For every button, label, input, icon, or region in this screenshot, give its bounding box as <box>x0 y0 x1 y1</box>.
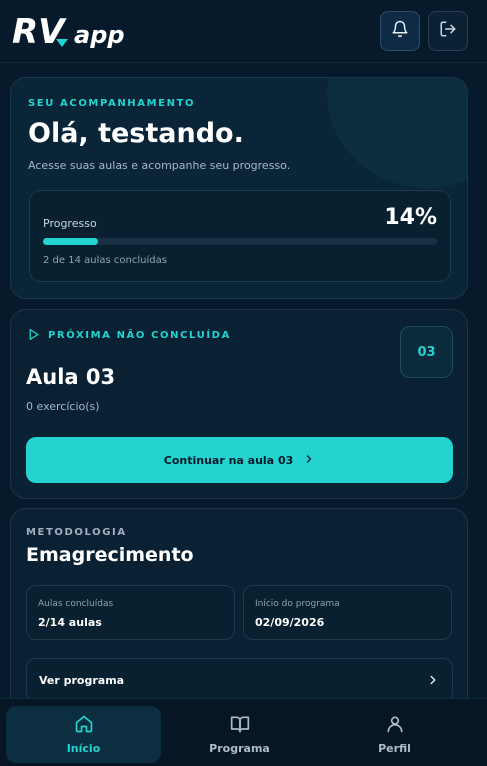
nav-label: Programa <box>209 742 270 755</box>
app-screen: RV app SEU ACOMPANHAMENTO Olá, testando.… <box>0 0 487 766</box>
decorative-glow <box>327 78 467 188</box>
continue-lesson-button[interactable]: Continuar na aula 03 <box>26 437 453 483</box>
nav-label: Início <box>66 742 101 755</box>
chevron-right-icon <box>426 672 440 691</box>
view-program-label: Ver programa <box>39 674 125 687</box>
nav-item-inicio[interactable]: Início <box>6 706 161 763</box>
greeting-title: Olá, testando. <box>28 118 244 149</box>
svg-text:RV: RV <box>12 13 67 49</box>
progress-bar <box>43 238 437 245</box>
methodology-title: Emagrecimento <box>26 544 194 566</box>
stat-label: Aulas concluídas <box>38 599 114 609</box>
logout-button[interactable] <box>428 11 468 51</box>
progress-count: 2 de 14 aulas concluídas <box>43 255 167 266</box>
continue-lesson-label: Continuar na aula 03 <box>163 453 294 467</box>
user-icon <box>385 714 405 737</box>
lesson-exercises: 0 exercício(s) <box>26 400 100 413</box>
notifications-button[interactable] <box>380 11 420 51</box>
nav-item-perfil[interactable]: Perfil <box>317 706 472 763</box>
next-lesson-eyebrow: PRÓXIMA NÃO CONCLUÍDA <box>48 330 231 341</box>
logout-icon <box>439 20 457 42</box>
progress-bar-fill <box>43 238 99 245</box>
svg-text:app: app <box>74 21 125 49</box>
top-header: RV app <box>0 0 487 63</box>
bell-icon <box>391 20 409 42</box>
stat-program-start: Início do programa 02/09/2026 <box>243 585 452 640</box>
nav-item-programa[interactable]: Programa <box>162 706 317 763</box>
nav-label: Perfil <box>378 742 411 755</box>
lesson-number-badge: 03 <box>400 326 453 378</box>
welcome-subtitle: Acesse suas aulas e acompanhe seu progre… <box>28 159 291 172</box>
next-lesson-card: PRÓXIMA NÃO CONCLUÍDA 03 Aula 03 0 exerc… <box>10 309 468 499</box>
home-icon <box>74 714 94 737</box>
next-lesson-header: PRÓXIMA NÃO CONCLUÍDA <box>27 326 231 345</box>
app-logo[interactable]: RV app <box>12 12 134 53</box>
view-program-link[interactable]: Ver programa <box>26 658 453 702</box>
progress-panel: Progresso 14% 2 de 14 aulas concluídas <box>29 190 451 282</box>
book-icon <box>230 714 250 737</box>
welcome-eyebrow: SEU ACOMPANHAMENTO <box>28 98 196 109</box>
methodology-eyebrow: METODOLOGIA <box>26 527 127 538</box>
progress-label: Progresso <box>43 217 97 230</box>
progress-percent: 14% <box>384 205 437 230</box>
stat-label: Início do programa <box>255 599 340 609</box>
stat-value: 02/09/2026 <box>255 616 325 629</box>
chevron-right-icon <box>303 453 315 468</box>
lesson-title: Aula 03 <box>26 365 116 389</box>
play-icon <box>27 326 40 345</box>
bottom-navigation: Início Programa Perfil <box>0 698 487 766</box>
methodology-card: METODOLOGIA Emagrecimento Aulas concluíd… <box>10 508 468 708</box>
welcome-card: SEU ACOMPANHAMENTO Olá, testando. Acesse… <box>10 77 468 299</box>
stat-value: 2/14 aulas <box>38 616 102 629</box>
stat-completed-lessons: Aulas concluídas 2/14 aulas <box>26 585 235 640</box>
